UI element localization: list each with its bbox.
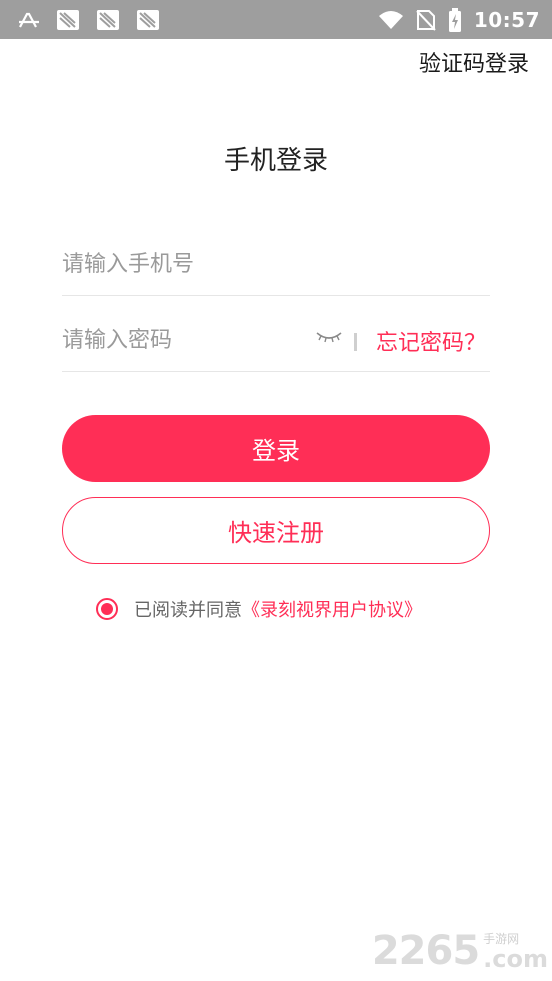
no-sim-icon <box>416 9 436 31</box>
password-field: 忘记密码？ <box>62 311 490 372</box>
status-bar-right: 10:57 <box>378 0 540 39</box>
page-title: 手机登录 <box>223 146 328 176</box>
user-agreement-link[interactable]: 《录刻视界用户协议》 <box>242 596 422 622</box>
agreement-row: 已阅读并同意 《录刻视界用户协议》 <box>96 594 422 624</box>
eye-closed-icon[interactable] <box>315 330 343 350</box>
wifi-icon <box>378 10 404 30</box>
phone-field <box>62 235 490 296</box>
agreement-radio[interactable] <box>96 598 118 620</box>
app-store-icon <box>18 11 40 29</box>
watermark-side: 手游网 .com <box>483 930 548 971</box>
notification-image-icon <box>96 9 120 31</box>
watermark-suffix: .com <box>483 945 548 973</box>
phone-input[interactable] <box>62 235 490 293</box>
divider <box>354 333 357 351</box>
radio-checked-dot <box>101 603 113 615</box>
password-input[interactable] <box>62 311 302 369</box>
watermark-number: 2265 <box>371 928 480 974</box>
notification-image-icon <box>136 9 160 31</box>
quick-register-button[interactable]: 快速注册 <box>62 497 490 564</box>
forgot-password-link[interactable]: 忘记密码？ <box>376 325 486 357</box>
login-button[interactable]: 登录 <box>62 415 490 482</box>
notification-image-icon <box>56 9 80 31</box>
sms-code-login-link[interactable]: 验证码登录 <box>419 46 529 78</box>
agreement-text: 已阅读并同意 <box>134 600 242 621</box>
status-bar-left <box>18 0 160 39</box>
status-time: 10:57 <box>473 7 540 32</box>
watermark-logo: 2265 手游网 .com <box>372 930 548 971</box>
status-bar: 10:57 <box>0 0 552 39</box>
battery-charging-icon <box>448 7 462 32</box>
